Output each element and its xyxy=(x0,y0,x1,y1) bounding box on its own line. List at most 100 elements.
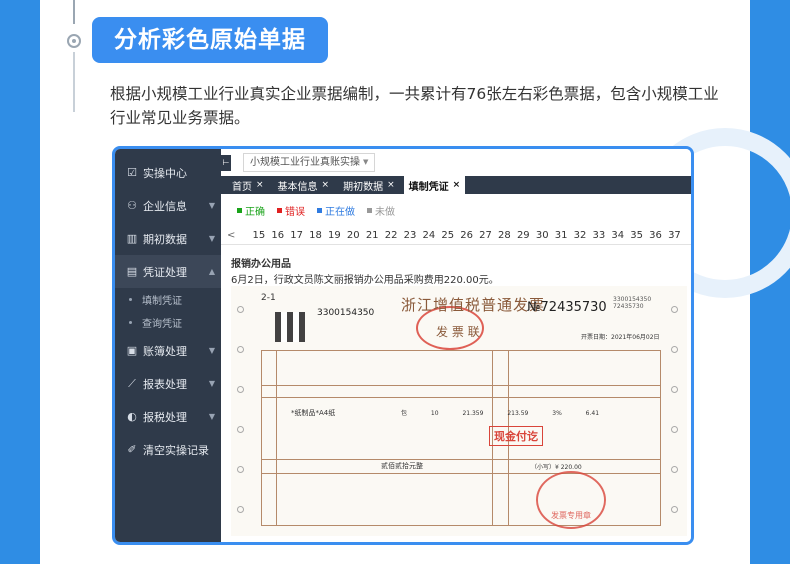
question-number[interactable]: 30 xyxy=(533,230,552,241)
close-icon[interactable]: × xyxy=(256,180,264,190)
bullet-icon xyxy=(129,321,132,324)
question-number[interactable]: 21 xyxy=(363,230,382,241)
topbar: ⊢ 小规模工业行业真账实操 ▼ xyxy=(221,149,691,176)
tab-label: 基本信息 xyxy=(277,181,318,193)
status-square-icon xyxy=(237,208,242,213)
binding-hole-icon xyxy=(237,386,244,393)
question-number[interactable]: 24 xyxy=(419,230,438,241)
question-number[interactable]: 22 xyxy=(382,230,401,241)
question-number[interactable]: 27 xyxy=(476,230,495,241)
invoice-total-caps: 贰佰贰拾元整 xyxy=(381,462,423,470)
binding-hole-icon xyxy=(671,306,678,313)
seal-text: 发票专用章 xyxy=(551,511,591,520)
tab-label: 期初数据 xyxy=(343,181,384,193)
app-screenshot: ☑ 实操中心 ⚇ 企业信息 ▼ ▥ 期初数据 ▼ ▤ 凭证处理 ▲ 填制凭证 查… xyxy=(112,146,694,545)
binding-hole-icon xyxy=(237,306,244,313)
chevron-down-icon: ▼ xyxy=(363,158,369,166)
invoice-title: 浙江增值税普通发票 xyxy=(401,296,546,314)
invoice-seal: 发票专用章 xyxy=(536,471,606,529)
question-number[interactable]: 33 xyxy=(589,230,608,241)
close-icon[interactable]: × xyxy=(387,180,395,190)
chevron-down-icon: ▼ xyxy=(208,379,215,388)
question-number[interactable]: 18 xyxy=(306,230,325,241)
grid-line xyxy=(262,473,660,474)
question-number[interactable]: 20 xyxy=(344,230,363,241)
question-number[interactable]: 34 xyxy=(608,230,627,241)
grid-line xyxy=(262,385,660,386)
close-icon[interactable]: × xyxy=(322,180,330,190)
cash-paid-stamp: 现金付讫 xyxy=(489,426,543,446)
status-legend: 正确 错误 正在做 未做 xyxy=(221,194,691,227)
binding-hole-icon xyxy=(671,506,678,513)
chevron-down-icon: ▼ xyxy=(208,346,215,355)
question-number[interactable]: 28 xyxy=(495,230,514,241)
sidebar-item-voucher[interactable]: ▤ 凭证处理 ▲ xyxy=(115,255,221,288)
prev-arrow-icon[interactable]: < xyxy=(227,230,235,241)
tab-opening-data[interactable]: 期初数据 × xyxy=(338,176,400,194)
sidebar-item-company-info[interactable]: ⚇ 企业信息 ▼ xyxy=(115,189,221,222)
legend-label: 正确 xyxy=(245,207,265,218)
case-text: 6月2日，行政文员陈文丽报销办公用品采购费用220.00元。 xyxy=(231,275,499,286)
timeline-dot-icon xyxy=(67,34,81,48)
binding-hole-icon xyxy=(237,426,244,433)
sidebar-item-ledger[interactable]: ▣ 账簿处理 ▼ xyxy=(115,334,221,367)
tab-home[interactable]: 首页 × xyxy=(227,176,269,194)
sidebar-item-label: 期初数据 xyxy=(143,232,187,246)
qr-code-icon xyxy=(275,312,305,342)
status-square-icon xyxy=(367,208,372,213)
close-icon[interactable]: × xyxy=(453,180,461,190)
binding-hole-icon xyxy=(671,426,678,433)
tab-basic-info[interactable]: 基本信息 × xyxy=(273,176,335,194)
invoice-subtitle: 发 票 联 xyxy=(436,325,480,339)
binding-hole-icon xyxy=(237,466,244,473)
legend-item-wrong: 错误 xyxy=(277,203,305,218)
question-number[interactable]: 19 xyxy=(325,230,344,241)
sidebar-item-opening-data[interactable]: ▥ 期初数据 ▼ xyxy=(115,222,221,255)
invoice-number: №72435730 xyxy=(527,300,607,315)
question-number[interactable]: 17 xyxy=(287,230,306,241)
sidebar-item-label: 凭证处理 xyxy=(143,265,187,279)
chevron-down-icon: ▼ xyxy=(208,412,215,421)
question-number[interactable]: 37 xyxy=(665,230,684,241)
question-number[interactable]: 29 xyxy=(514,230,533,241)
question-number-bar: < 15 16 17 18 19 20 21 22 23 24 25 26 27 28 29 30 31 32 33… xyxy=(221,227,691,245)
invoice-corner-label: 2-1 xyxy=(261,293,276,303)
invoice-date: 开票日期：2021年06月02日 xyxy=(581,334,660,341)
question-number[interactable]: 16 xyxy=(268,230,287,241)
collapse-sidebar-button[interactable]: ⊢ xyxy=(221,154,231,171)
legend-label: 错误 xyxy=(285,207,305,218)
book-icon: ▣ xyxy=(126,344,138,357)
question-number[interactable]: 15 xyxy=(249,230,268,241)
sidebar-item-clear-records[interactable]: ✐ 清空实操记录 xyxy=(115,433,221,466)
question-number[interactable]: 35 xyxy=(627,230,646,241)
tax-icon: ◐ xyxy=(127,410,137,423)
question-number[interactable]: 31 xyxy=(552,230,571,241)
legend-item-correct: 正确 xyxy=(237,203,265,218)
chevron-down-icon: ▼ xyxy=(208,234,215,243)
bullet-icon xyxy=(129,298,132,301)
sidebar-item-reports[interactable]: ⟋ 报表处理 ▼ xyxy=(115,367,221,400)
question-number[interactable]: 36 xyxy=(646,230,665,241)
sidebar-item-tax[interactable]: ◐ 报税处理 ▼ xyxy=(115,400,221,433)
case-title: 报销办公用品 xyxy=(231,259,291,270)
sidebar-item-practice-center[interactable]: ☑ 实操中心 xyxy=(115,156,221,189)
industry-select[interactable]: 小规模工业行业真账实操 ▼ xyxy=(243,153,376,172)
legend-label: 正在做 xyxy=(325,207,355,218)
invoice-number-small: 3300154350 72435730 xyxy=(613,296,652,310)
timeline-line xyxy=(73,0,75,24)
question-number[interactable]: 23 xyxy=(401,230,420,241)
sidebar-subitem-query-voucher[interactable]: 查询凭证 xyxy=(115,311,221,334)
question-number[interactable]: 32 xyxy=(571,230,590,241)
question-number[interactable]: 25 xyxy=(438,230,457,241)
question-number[interactable]: 26 xyxy=(457,230,476,241)
sidebar-subitem-fill-voucher[interactable]: 填制凭证 xyxy=(115,288,221,311)
bar-chart-icon: ▥ xyxy=(126,232,138,245)
sidebar-item-label: 报表处理 xyxy=(143,377,187,391)
content-card: 分析彩色原始单据 根据小规模工业行业真实企业票据编制，一共累计有76张左右彩色票… xyxy=(40,0,790,564)
users-icon: ⚇ xyxy=(127,199,137,212)
tab-fill-voucher[interactable]: 填制凭证 × xyxy=(403,176,466,194)
legend-label: 未做 xyxy=(375,207,395,218)
tab-label: 首页 xyxy=(232,181,252,193)
timeline-line xyxy=(73,52,75,112)
binding-hole-icon xyxy=(671,466,678,473)
